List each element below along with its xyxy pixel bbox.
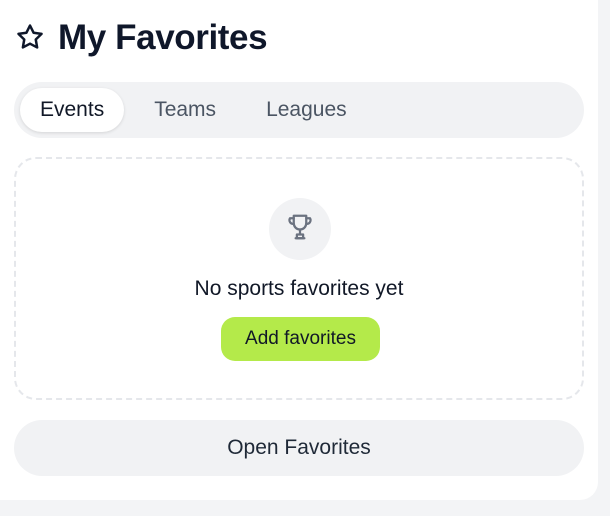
empty-state-message: No sports favorites yet [194, 277, 404, 300]
star-outline-icon [14, 21, 46, 53]
tab-teams[interactable]: Teams [134, 88, 236, 132]
add-favorites-button[interactable]: Add favorites [221, 317, 380, 361]
favorites-header: My Favorites [14, 16, 268, 58]
trophy-icon [285, 212, 315, 247]
open-favorites-button[interactable]: Open Favorites [14, 420, 584, 476]
trophy-icon-container [269, 198, 331, 260]
empty-state-panel: No sports favorites yet Add favorites [14, 157, 584, 400]
page-title: My Favorites [58, 17, 268, 57]
favorites-card: My Favorites Events Teams Leagues No spo… [0, 0, 598, 500]
tab-events[interactable]: Events [20, 88, 125, 132]
favorites-tabs: Events Teams Leagues [14, 82, 584, 138]
tab-leagues[interactable]: Leagues [246, 88, 367, 132]
